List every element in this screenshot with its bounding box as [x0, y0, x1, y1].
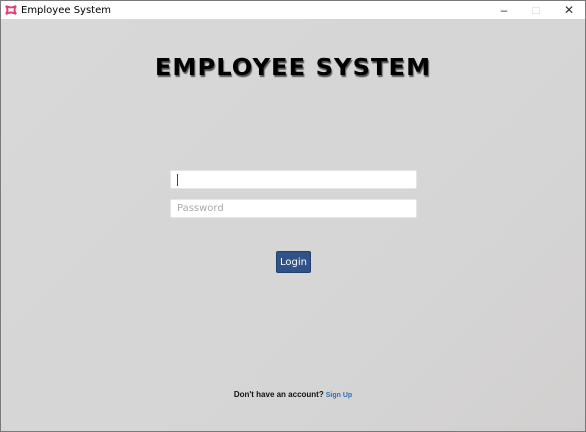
app-window: Employee System – □ ✕ EMPLOYEE SYSTEM Pa… [0, 0, 586, 432]
password-input[interactable]: Password [170, 199, 417, 218]
close-button[interactable]: ✕ [554, 1, 584, 19]
maximize-icon: □ [532, 3, 540, 17]
page-title: EMPLOYEE SYSTEM [154, 55, 432, 81]
login-panel: EMPLOYEE SYSTEM Password Login Don't hav… [1, 19, 585, 431]
app-logo-icon [5, 4, 17, 16]
signup-footer: Don't have an account? Sign Up [1, 390, 585, 399]
signup-prompt: Don't have an account? [233, 390, 324, 399]
window-title: Employee System [21, 4, 111, 16]
signup-link[interactable]: Sign Up [326, 392, 352, 399]
login-button[interactable]: Login [276, 251, 311, 273]
title-bar: Employee System – □ ✕ [1, 1, 585, 19]
password-placeholder: Password [177, 203, 224, 214]
maximize-button[interactable]: □ [521, 1, 551, 19]
username-input[interactable] [170, 170, 417, 189]
text-caret [177, 174, 178, 186]
close-icon: ✕ [563, 3, 575, 17]
minimize-button[interactable]: – [489, 1, 519, 19]
minimize-icon: – [500, 3, 508, 17]
